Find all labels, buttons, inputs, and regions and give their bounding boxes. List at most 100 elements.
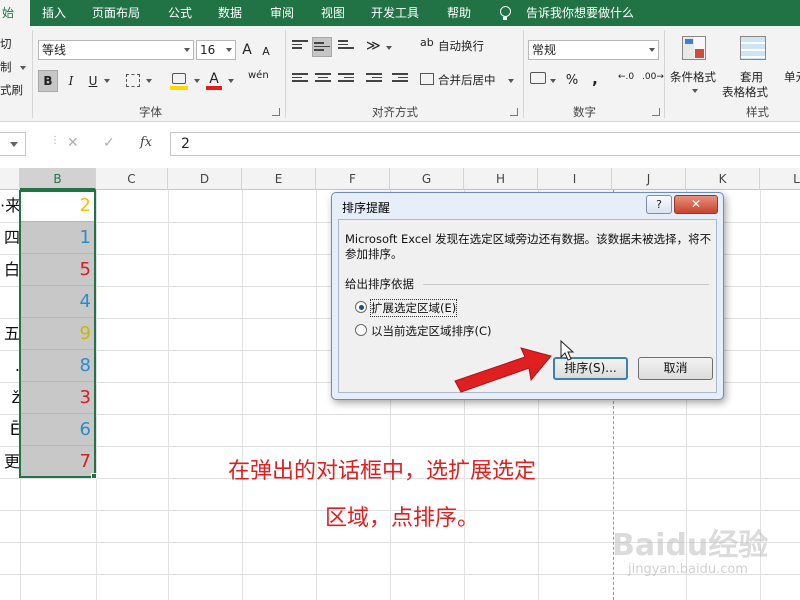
chevron-down-icon[interactable] (386, 46, 392, 50)
dialog-body: Microsoft Excel 发现在选定区域旁边还有数据。该数据未被选择，将不… (338, 219, 717, 393)
cell-a[interactable]: 白 (0, 254, 20, 286)
tab-help[interactable]: 帮助 (447, 0, 471, 26)
bold-button[interactable]: B (38, 70, 58, 92)
increase-decimal-icon[interactable]: ←.0 (618, 72, 634, 82)
tab-data[interactable]: 数据 (218, 0, 242, 26)
tab-developer[interactable]: 开发工具 (371, 0, 419, 26)
cell-a[interactable]: 五 (0, 318, 20, 350)
shrink-font-button[interactable]: A (260, 41, 272, 63)
sort-button[interactable]: 排序(S)... (553, 357, 628, 380)
format-painter-button[interactable]: 式刷 (0, 82, 23, 98)
formula-input[interactable]: 2 (170, 132, 800, 156)
name-box[interactable] (0, 132, 26, 156)
align-left-icon[interactable] (292, 73, 308, 85)
align-center-icon[interactable] (315, 73, 331, 85)
percent-button[interactable]: % (564, 70, 580, 92)
cell-a[interactable] (0, 286, 20, 318)
close-button[interactable]: ✕ (674, 195, 718, 214)
cell-a[interactable]: . (0, 350, 20, 382)
tab-insert[interactable]: 插入 (42, 0, 66, 26)
cell-a[interactable]: Ē (0, 414, 20, 446)
gridline (0, 446, 800, 447)
column-header-f[interactable]: F (316, 168, 390, 190)
watermark-url: jingyan.baidu.com (628, 562, 748, 577)
insert-function-icon[interactable]: fx (140, 135, 152, 150)
selection-border (19, 190, 96, 478)
tell-me-search[interactable]: 告诉我你想要做什么 (526, 0, 634, 26)
tab-formulas[interactable]: 公式 (168, 0, 192, 26)
merge-center-button[interactable]: 合并后居中 (438, 72, 496, 88)
help-button[interactable]: ? (646, 195, 672, 214)
conditional-formatting-button[interactable]: 条件格式 (670, 69, 716, 85)
cell-styles-button[interactable]: 单元 (784, 69, 800, 85)
current-selection-radio[interactable] (355, 324, 367, 336)
font-name-select[interactable]: 等线 (38, 40, 194, 60)
fill-handle[interactable] (91, 473, 97, 479)
column-header-a[interactable] (0, 168, 20, 190)
font-size-select[interactable]: 16 (196, 40, 236, 60)
column-header-c[interactable]: C (96, 168, 168, 190)
underline-button[interactable]: U (84, 70, 102, 92)
chevron-down-icon[interactable] (508, 79, 514, 83)
tab-page-layout[interactable]: 页面布局 (92, 0, 140, 26)
chevron-down-icon[interactable] (104, 79, 110, 83)
column-header-g[interactable]: G (390, 168, 464, 190)
align-middle-button[interactable] (312, 37, 332, 57)
orientation-icon[interactable]: ≫ (366, 38, 381, 54)
font-color-swatch (206, 86, 222, 90)
column-header-d[interactable]: D (168, 168, 242, 190)
column-header-i[interactable]: I (538, 168, 612, 190)
chevron-down-icon[interactable] (146, 79, 152, 83)
tab-home[interactable]: 始 (0, 0, 30, 26)
number-format-select[interactable]: 常规 (528, 40, 659, 60)
fill-color-icon[interactable] (172, 73, 186, 84)
cut-button[interactable]: 切 (0, 36, 12, 52)
increase-indent-icon[interactable] (392, 73, 408, 85)
tab-review[interactable]: 审阅 (270, 0, 294, 26)
italic-button[interactable]: I (62, 70, 80, 92)
expand-selection-label[interactable]: 扩展选定区域(E) (369, 299, 458, 317)
align-top-icon[interactable] (292, 40, 308, 52)
chevron-down-icon[interactable] (692, 89, 698, 93)
cell-a[interactable]: 更 (0, 446, 20, 478)
format-as-table-label-2[interactable]: 表格格式 (722, 84, 768, 100)
column-header-l[interactable]: L (760, 168, 800, 190)
gridline (0, 414, 800, 415)
cancel-icon[interactable]: ✕ (67, 135, 79, 151)
column-header-k[interactable]: K (686, 168, 760, 190)
align-bottom-icon[interactable] (338, 40, 354, 52)
copy-button[interactable]: 制 (0, 59, 12, 75)
group-divider (423, 284, 709, 285)
cancel-button[interactable]: 取消 (638, 357, 713, 380)
grow-font-button[interactable]: A (240, 39, 254, 61)
accounting-format-icon[interactable] (530, 72, 546, 84)
current-selection-label[interactable]: 以当前选定区域排序(C) (371, 323, 492, 339)
wrap-text-button[interactable]: 自动换行 (438, 38, 484, 54)
chevron-down-icon[interactable] (194, 79, 200, 83)
cell-a[interactable]: 四 (0, 222, 20, 254)
decrease-decimal-icon[interactable]: .00→ (642, 72, 664, 82)
column-header-e[interactable]: E (242, 168, 316, 190)
borders-icon[interactable] (126, 74, 140, 87)
tab-view[interactable]: 视图 (321, 0, 345, 26)
enter-icon[interactable]: ✓ (103, 135, 115, 151)
cell-a[interactable]: ž (0, 382, 20, 414)
column-header-j[interactable]: J (612, 168, 686, 190)
align-right-icon[interactable] (338, 73, 354, 85)
font-dialog-launcher-icon[interactable] (272, 108, 280, 116)
phonetic-guide-button[interactable]: wén (248, 70, 269, 81)
format-as-table-label-1[interactable]: 套用 (740, 69, 763, 85)
alignment-dialog-launcher-icon[interactable] (510, 108, 518, 116)
decrease-indent-icon[interactable] (366, 73, 382, 85)
column-header-b[interactable]: B (20, 168, 96, 190)
comma-button[interactable]: , (590, 68, 600, 90)
number-dialog-launcher-icon[interactable] (652, 108, 660, 116)
chevron-down-icon[interactable] (20, 66, 26, 70)
format-as-table-icon (740, 36, 766, 60)
column-header-h[interactable]: H (464, 168, 538, 190)
chevron-down-icon[interactable] (228, 79, 234, 83)
chevron-down-icon[interactable] (550, 79, 556, 83)
cell-a[interactable]: ·来 (0, 190, 20, 222)
chevron-down-icon (226, 48, 232, 52)
expand-selection-radio[interactable] (355, 301, 367, 313)
